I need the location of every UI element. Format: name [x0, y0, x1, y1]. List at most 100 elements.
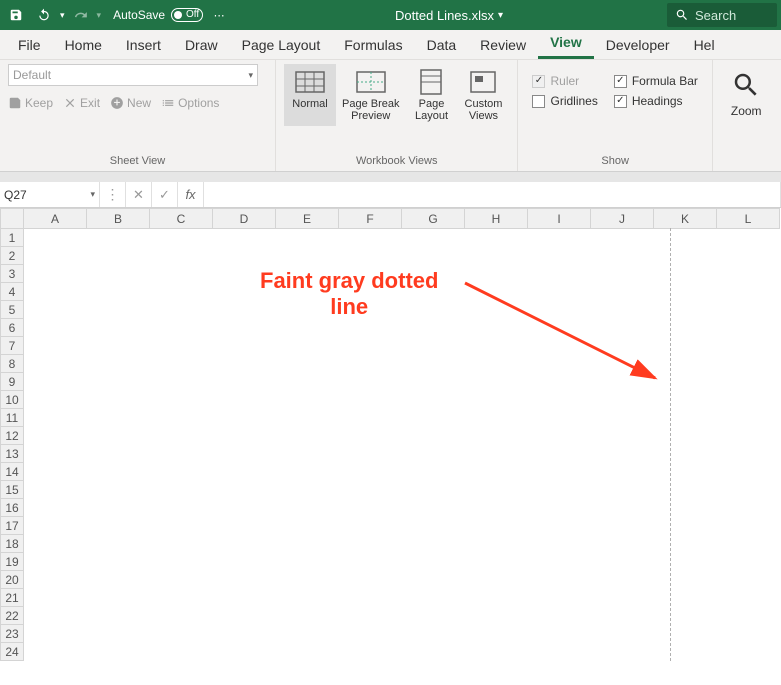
cell[interactable] [213, 481, 276, 499]
cell[interactable] [402, 247, 465, 265]
row-header-6[interactable]: 6 [1, 319, 24, 337]
cell[interactable] [213, 319, 276, 337]
cell[interactable] [87, 625, 150, 643]
cell[interactable] [276, 391, 339, 409]
tab-home[interactable]: Home [53, 31, 114, 59]
cell[interactable] [150, 625, 213, 643]
cell[interactable] [24, 373, 87, 391]
cell[interactable] [24, 517, 87, 535]
cell[interactable] [87, 229, 150, 247]
tab-file[interactable]: File [6, 31, 53, 59]
row-header-12[interactable]: 12 [1, 427, 24, 445]
cell[interactable] [87, 247, 150, 265]
cell[interactable] [87, 517, 150, 535]
cell[interactable] [591, 643, 654, 661]
cell[interactable] [717, 283, 780, 301]
cell[interactable] [276, 409, 339, 427]
cell[interactable] [150, 427, 213, 445]
cell[interactable] [24, 535, 87, 553]
row-header-21[interactable]: 21 [1, 589, 24, 607]
cell[interactable] [654, 517, 717, 535]
col-header-J[interactable]: J [591, 209, 654, 229]
cell[interactable] [213, 535, 276, 553]
tab-insert[interactable]: Insert [114, 31, 173, 59]
cell[interactable] [654, 607, 717, 625]
zoom-button[interactable]: Zoom [721, 64, 772, 118]
cell[interactable] [276, 481, 339, 499]
cell[interactable] [591, 517, 654, 535]
cell[interactable] [150, 265, 213, 283]
cell[interactable] [87, 283, 150, 301]
cell[interactable] [528, 481, 591, 499]
cell[interactable] [591, 607, 654, 625]
cell[interactable] [654, 427, 717, 445]
cell[interactable] [213, 607, 276, 625]
cell[interactable] [402, 229, 465, 247]
cell[interactable] [24, 301, 87, 319]
cell[interactable] [150, 571, 213, 589]
cell[interactable] [528, 427, 591, 445]
cell[interactable] [717, 301, 780, 319]
cell[interactable] [24, 553, 87, 571]
sheet-view-select[interactable]: Default ▾ [8, 64, 258, 86]
row-header-3[interactable]: 3 [1, 265, 24, 283]
cell[interactable] [402, 625, 465, 643]
cell[interactable] [339, 355, 402, 373]
cell[interactable] [24, 481, 87, 499]
cell[interactable] [402, 607, 465, 625]
cell[interactable] [528, 535, 591, 553]
row-header-5[interactable]: 5 [1, 301, 24, 319]
view-custom[interactable]: Custom Views [457, 64, 509, 126]
cell[interactable] [465, 247, 528, 265]
cell[interactable] [654, 229, 717, 247]
cell[interactable] [465, 553, 528, 571]
cell[interactable] [591, 229, 654, 247]
cell[interactable] [528, 247, 591, 265]
cell[interactable] [150, 517, 213, 535]
search-box[interactable]: Search [667, 3, 777, 27]
cell[interactable] [24, 229, 87, 247]
cell[interactable] [24, 427, 87, 445]
cell[interactable] [87, 409, 150, 427]
cell[interactable] [339, 607, 402, 625]
cell[interactable] [150, 283, 213, 301]
row-header-9[interactable]: 9 [1, 373, 24, 391]
cell[interactable] [717, 607, 780, 625]
cell[interactable] [213, 463, 276, 481]
cell[interactable] [717, 373, 780, 391]
cell[interactable] [213, 589, 276, 607]
cell[interactable] [654, 589, 717, 607]
cell[interactable] [654, 445, 717, 463]
col-header-A[interactable]: A [24, 209, 87, 229]
sheet-view-options[interactable]: Options [161, 96, 219, 110]
cell[interactable] [339, 535, 402, 553]
cell[interactable] [591, 535, 654, 553]
cell[interactable] [591, 463, 654, 481]
cell[interactable] [717, 535, 780, 553]
cell[interactable] [24, 283, 87, 301]
cell[interactable] [276, 517, 339, 535]
cell[interactable] [402, 517, 465, 535]
cell[interactable] [402, 391, 465, 409]
cell[interactable] [654, 625, 717, 643]
cell[interactable] [339, 463, 402, 481]
cell[interactable] [213, 625, 276, 643]
cell[interactable] [528, 643, 591, 661]
cell[interactable] [465, 463, 528, 481]
cell[interactable] [213, 229, 276, 247]
cell[interactable] [465, 625, 528, 643]
tab-developer[interactable]: Developer [594, 31, 682, 59]
cell[interactable] [528, 625, 591, 643]
cell[interactable] [465, 427, 528, 445]
tab-page-layout[interactable]: Page Layout [230, 31, 333, 59]
cell[interactable] [276, 499, 339, 517]
cell[interactable] [213, 391, 276, 409]
cell[interactable] [150, 373, 213, 391]
row-header-13[interactable]: 13 [1, 445, 24, 463]
cell[interactable] [87, 589, 150, 607]
cell[interactable] [339, 445, 402, 463]
view-normal[interactable]: Normal [284, 64, 336, 126]
cell[interactable] [402, 427, 465, 445]
cell[interactable] [591, 409, 654, 427]
view-page-break[interactable]: Page Break Preview [336, 64, 405, 126]
